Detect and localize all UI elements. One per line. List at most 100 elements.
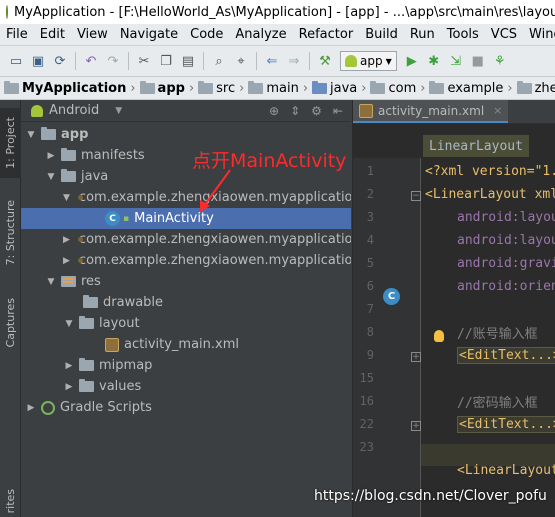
run-config-select[interactable]: app ▼ bbox=[340, 51, 397, 71]
menu-build[interactable]: Build bbox=[359, 27, 404, 42]
tree-item-activity-main-xml[interactable]: activity_main.xml bbox=[21, 334, 351, 355]
editor-breadcrumb[interactable]: LinearLayout bbox=[423, 135, 529, 157]
menu-navigate[interactable]: Navigate bbox=[114, 27, 184, 42]
breadcrumb-main[interactable]: main bbox=[248, 80, 300, 96]
breadcrumb-zhengxi[interactable]: zhengxi bbox=[516, 80, 555, 96]
tree-item-drawable[interactable]: drawable bbox=[21, 292, 351, 313]
find-icon[interactable]: ⌕ bbox=[209, 51, 229, 71]
build-icon[interactable]: ⚒ bbox=[315, 51, 335, 71]
expanded-arrow-icon[interactable]: ▼ bbox=[45, 277, 57, 287]
tab-activity-main-xml[interactable]: activity_main.xml × bbox=[353, 100, 509, 123]
breadcrumb-com[interactable]: com bbox=[370, 80, 418, 96]
code-line[interactable]: <LinearLayout bbox=[457, 459, 555, 482]
tab-favorites[interactable]: rites bbox=[0, 485, 21, 517]
menu-refactor[interactable]: Refactor bbox=[293, 27, 360, 42]
expanded-arrow-icon[interactable]: ▼ bbox=[63, 319, 75, 329]
collapsed-arrow-icon[interactable]: ▶ bbox=[45, 151, 57, 161]
lightbulb-icon[interactable] bbox=[434, 330, 444, 342]
code-line[interactable]: <EditText...> bbox=[457, 413, 555, 436]
debug-icon[interactable]: ✱ bbox=[424, 51, 444, 71]
code-line[interactable]: //密码输入框 bbox=[457, 390, 538, 413]
fold-expand-icon[interactable]: + bbox=[411, 421, 421, 431]
forward-icon[interactable]: ⇒ bbox=[284, 51, 304, 71]
collapse-all-icon[interactable]: ⇕ bbox=[290, 104, 300, 118]
tree-item-mipmap[interactable]: ▶ mipmap bbox=[21, 355, 351, 376]
menu-tools[interactable]: Tools bbox=[441, 27, 485, 42]
panel-header-icons: ⊕ ⇕ ⚙ ⇤ bbox=[269, 104, 351, 118]
code-line[interactable]: android:gravi bbox=[457, 252, 555, 275]
breadcrumb-label: src bbox=[216, 80, 236, 96]
collapsed-arrow-icon[interactable]: ▶ bbox=[25, 403, 37, 413]
menu-run[interactable]: Run bbox=[404, 27, 441, 42]
expanded-arrow-icon[interactable]: ▼ bbox=[63, 193, 70, 203]
run-icon[interactable]: ▶ bbox=[402, 51, 422, 71]
tab-structure[interactable]: 7: Structure bbox=[0, 190, 21, 275]
menu-vcs[interactable]: VCS bbox=[485, 27, 523, 42]
expanded-arrow-icon[interactable]: ▼ bbox=[45, 172, 57, 182]
code-comment: //账号输入框 bbox=[457, 327, 538, 342]
tab-project[interactable]: 1: Project bbox=[0, 108, 21, 178]
code-line[interactable]: <LinearLayout xml bbox=[425, 183, 555, 206]
tree-item-layout[interactable]: ▼ layout bbox=[21, 313, 351, 334]
view-mode-select[interactable]: Android bbox=[49, 103, 99, 118]
collapsed-arrow-icon[interactable]: ▶ bbox=[63, 382, 75, 392]
back-icon[interactable]: ⇐ bbox=[262, 51, 282, 71]
chevron-down-icon[interactable]: ▼ bbox=[115, 106, 122, 116]
tree-item-package[interactable]: ▼ com.example.zhengxiaowen.myapplication bbox=[21, 187, 351, 208]
profile-icon[interactable]: ⚘ bbox=[490, 51, 510, 71]
redo-icon[interactable]: ↷ bbox=[103, 51, 123, 71]
copy-icon[interactable]: ❐ bbox=[156, 51, 176, 71]
code-line[interactable]: android:layou bbox=[457, 206, 555, 229]
tree-item-app[interactable]: ▼ app bbox=[21, 124, 351, 145]
code-line[interactable]: android:orien bbox=[457, 275, 555, 298]
code-line[interactable]: <EditText...> bbox=[457, 344, 555, 367]
tree-item-res[interactable]: ▼ res bbox=[21, 271, 351, 292]
breadcrumb-myapplication[interactable]: MyApplication bbox=[4, 80, 128, 96]
class-reference-icon[interactable]: C bbox=[383, 288, 400, 305]
collapsed-arrow-icon[interactable]: ▶ bbox=[63, 361, 75, 371]
folded-code-block[interactable]: <EditText...> bbox=[457, 347, 555, 364]
breadcrumb-java[interactable]: java bbox=[312, 80, 359, 96]
open-icon[interactable]: ▭ bbox=[6, 51, 26, 71]
collapsed-arrow-icon[interactable]: ▶ bbox=[63, 256, 70, 266]
expanded-arrow-icon[interactable]: ▼ bbox=[25, 130, 37, 140]
menu-file[interactable]: File bbox=[0, 27, 34, 42]
code-line[interactable]: //账号输入框 bbox=[457, 321, 538, 344]
menu-view[interactable]: View bbox=[71, 27, 114, 42]
close-icon[interactable]: × bbox=[493, 104, 502, 117]
fold-marker-icon[interactable]: − bbox=[411, 191, 421, 201]
folder-icon bbox=[79, 358, 94, 371]
sync-icon[interactable]: ⟳ bbox=[50, 51, 70, 71]
cut-icon[interactable]: ✂ bbox=[134, 51, 154, 71]
undo-icon[interactable]: ↶ bbox=[81, 51, 101, 71]
tree-item-package[interactable]: ▶ com.example.zhengxiaowen.myapplication bbox=[21, 250, 351, 271]
tree-item-gradle-scripts[interactable]: ▶ Gradle Scripts bbox=[21, 397, 351, 418]
tree-item-mainactivity[interactable]: C ▪ MainActivity bbox=[21, 208, 351, 229]
stop-icon[interactable]: ■ bbox=[468, 51, 488, 71]
replace-icon[interactable]: ⌖ bbox=[231, 51, 251, 71]
tree-item-values[interactable]: ▶ values bbox=[21, 376, 351, 397]
breadcrumb-example[interactable]: example bbox=[429, 80, 505, 96]
breadcrumb-separator: › bbox=[188, 80, 195, 96]
tab-captures[interactable]: Captures bbox=[0, 290, 21, 355]
menu-code[interactable]: Code bbox=[184, 27, 229, 42]
line-number: 15 bbox=[359, 371, 374, 385]
folded-code-block[interactable]: <EditText...> bbox=[457, 416, 555, 433]
attach-icon[interactable]: ⇲ bbox=[446, 51, 466, 71]
collapsed-arrow-icon[interactable]: ▶ bbox=[63, 235, 70, 245]
code-line[interactable]: android:layou bbox=[457, 229, 555, 252]
breadcrumb-src[interactable]: src bbox=[198, 80, 237, 96]
code-line[interactable]: <?xml version="1. bbox=[425, 160, 555, 183]
save-icon[interactable]: ▣ bbox=[28, 51, 48, 71]
menu-analyze[interactable]: Analyze bbox=[229, 27, 292, 42]
run-config-label: app bbox=[360, 54, 383, 68]
gear-icon[interactable]: ⚙ bbox=[311, 104, 322, 118]
menu-window[interactable]: Window bbox=[523, 27, 555, 42]
hide-panel-icon[interactable]: ⇤ bbox=[333, 104, 343, 118]
tree-item-package[interactable]: ▶ com.example.zhengxiaowen.myapplication bbox=[21, 229, 351, 250]
fold-expand-icon[interactable]: + bbox=[411, 352, 421, 362]
breadcrumb-app[interactable]: app bbox=[139, 80, 187, 96]
paste-icon[interactable]: ▤ bbox=[178, 51, 198, 71]
scroll-from-source-icon[interactable]: ⊕ bbox=[269, 104, 279, 118]
menu-edit[interactable]: Edit bbox=[34, 27, 71, 42]
